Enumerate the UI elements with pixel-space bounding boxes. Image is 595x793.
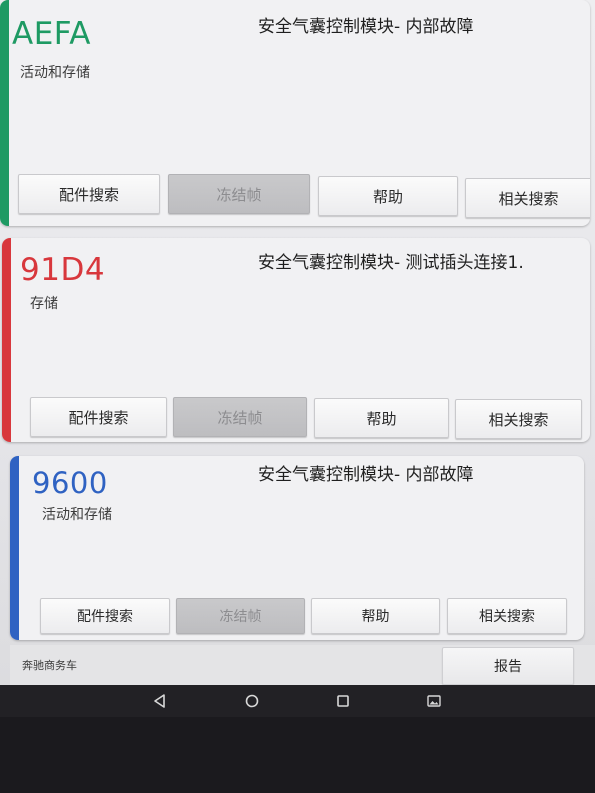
dtc-status: 存储 [30, 296, 58, 312]
dtc-status: 活动和存储 [20, 65, 90, 81]
related-search-button[interactable]: 相关搜索 [447, 598, 567, 634]
parts-search-button[interactable]: 配件搜索 [30, 397, 167, 437]
freeze-frame-button[interactable]: 冻结帧 [173, 397, 307, 437]
dtc-description: 安全气囊控制模块- 测试插头连接1. [258, 253, 524, 273]
dtc-card-91d4: 91D4 存储 安全气囊控制模块- 测试插头连接1. 配件搜索 冻结帧 帮助 相… [2, 238, 590, 442]
parts-search-button[interactable]: 配件搜索 [40, 598, 170, 634]
screen: AEFA 活动和存储 安全气囊控制模块- 内部故障 配件搜索 冻结帧 帮助 相关… [0, 0, 595, 685]
dtc-code: AEFA [12, 16, 91, 52]
screenshot-icon[interactable] [426, 693, 442, 709]
recents-icon[interactable] [335, 693, 351, 709]
freeze-frame-button[interactable]: 冻结帧 [168, 174, 310, 214]
back-icon[interactable] [152, 693, 168, 709]
dtc-description: 安全气囊控制模块- 内部故障 [258, 17, 474, 37]
parts-search-button[interactable]: 配件搜索 [18, 174, 160, 214]
dtc-code: 91D4 [20, 252, 106, 288]
related-search-button[interactable]: 相关搜索 [455, 399, 582, 439]
dtc-card-aefa: AEFA 活动和存储 安全气囊控制模块- 内部故障 配件搜索 冻结帧 帮助 相关… [0, 0, 590, 226]
dtc-description: 安全气囊控制模块- 内部故障 [258, 465, 474, 485]
freeze-frame-button[interactable]: 冻结帧 [176, 598, 305, 634]
home-icon[interactable] [244, 693, 260, 709]
system-nav-bar [0, 685, 595, 717]
report-button[interactable]: 报告 [442, 647, 574, 685]
dtc-card-9600: 9600 活动和存储 安全气囊控制模块- 内部故障 配件搜索 冻结帧 帮助 相关… [10, 456, 584, 640]
footer-bar: 奔驰商务车 报告 [10, 645, 595, 685]
help-button[interactable]: 帮助 [311, 598, 440, 634]
help-button[interactable]: 帮助 [314, 398, 449, 438]
vehicle-label: 奔驰商务车 [22, 659, 77, 672]
dtc-code: 9600 [32, 466, 108, 500]
related-search-button[interactable]: 相关搜索 [465, 178, 590, 218]
dtc-status: 活动和存储 [42, 507, 112, 523]
help-button[interactable]: 帮助 [318, 176, 458, 216]
